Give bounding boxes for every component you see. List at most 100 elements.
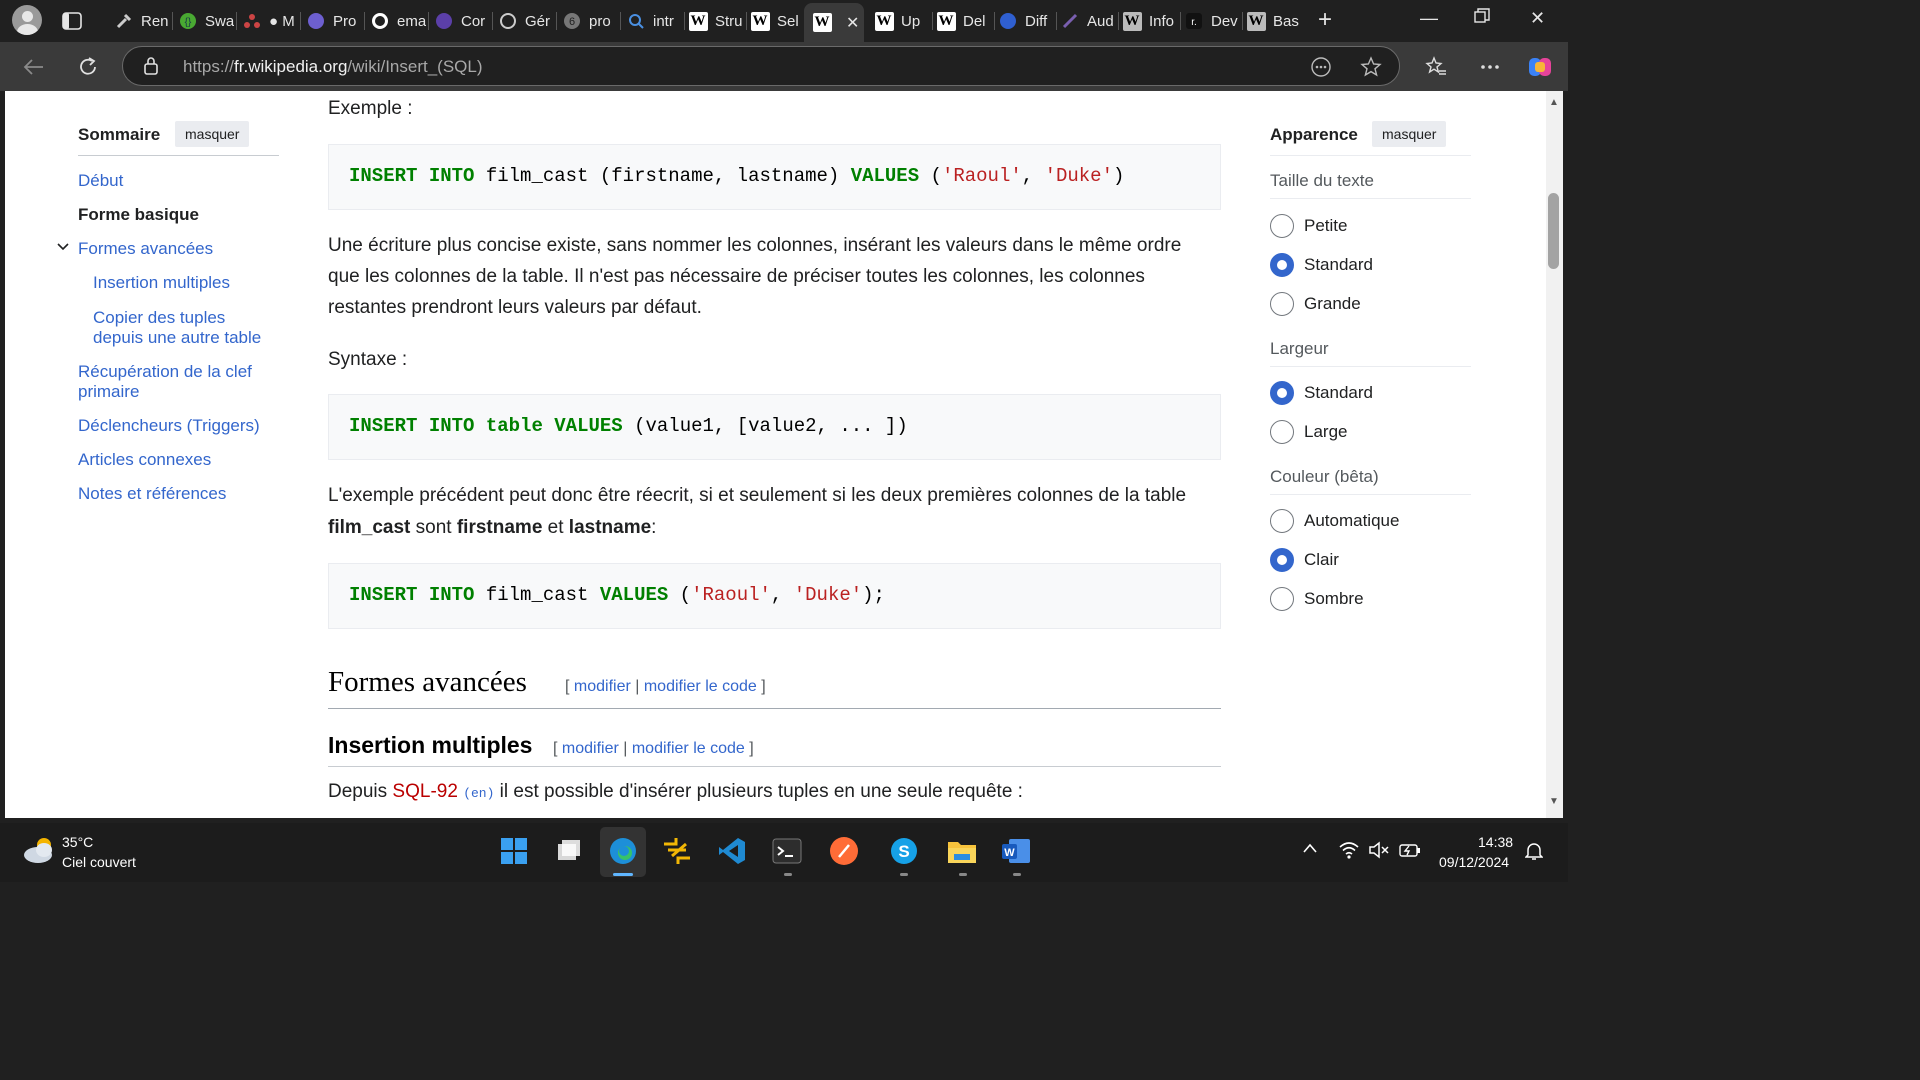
tab-ren[interactable]: Ren [114,6,170,36]
toc-item-forme-basique[interactable]: Forme basique [78,205,199,225]
weather-description[interactable]: Ciel couvert [62,854,136,870]
db-tool-icon[interactable] [661,835,693,867]
toc-item-debut[interactable]: Début [78,171,123,191]
tab-pro2[interactable]: 6 pro [562,6,618,36]
url-text[interactable]: https://fr.wikipedia.org/wiki/Insert_(SQ… [183,57,483,77]
radio-color-automatique[interactable] [1270,509,1294,533]
more-tools-icon[interactable] [1310,56,1332,83]
edit-source-link[interactable]: modifier le code [632,740,745,757]
radio-label-sombre[interactable]: Sombre [1304,589,1364,609]
edit-link[interactable]: modifier [562,740,619,757]
scrollbar-thumb[interactable] [1548,193,1559,269]
toc-item-notes-references[interactable]: Notes et références [78,484,226,504]
cloud-weather-icon[interactable] [22,835,56,865]
radio-label-clair[interactable]: Clair [1304,550,1339,570]
toc-item-formes-avancees[interactable]: Formes avancées [78,239,213,259]
toc-item-articles-connexes[interactable]: Articles connexes [78,450,211,470]
copilot-icon[interactable] [1527,54,1553,80]
close-tab-icon[interactable]: ✕ [846,13,859,33]
lang-en-link[interactable]: (en) [463,786,494,801]
tab-m[interactable]: ● M [242,6,298,36]
tab-aud[interactable]: Aud [1060,6,1116,36]
clock-time[interactable]: 14:38 [1478,834,1513,850]
notification-bell-icon[interactable] [1524,841,1544,866]
refresh-icon[interactable] [75,54,101,80]
favorites-icon[interactable] [1423,54,1449,80]
vscode-icon[interactable] [716,835,748,867]
toc-item-declencheurs[interactable]: Déclencheurs (Triggers) [78,416,260,436]
feather-icon [1060,11,1080,31]
radio-label-petite[interactable]: Petite [1304,216,1347,236]
tab-bas[interactable]: W Bas [1246,6,1302,36]
edge-browser-icon[interactable] [607,835,639,867]
radio-color-sombre[interactable] [1270,587,1294,611]
toc-item-copier-tuples[interactable]: Copier des tuples [93,308,225,328]
volume-muted-icon[interactable] [1368,841,1390,864]
edit-link[interactable]: modifier [574,678,631,695]
appearance-hide-button[interactable]: masquer [1372,121,1447,147]
back-icon[interactable] [21,54,47,80]
tab-ema[interactable]: ema [370,6,426,36]
address-bar[interactable]: https://fr.wikipedia.org/wiki/Insert_(SQ… [122,46,1400,86]
restore-icon[interactable] [1474,8,1490,29]
code-keyword: INTO [428,415,475,437]
close-window-icon[interactable]: ✕ [1530,8,1545,29]
skype-icon[interactable]: S [888,835,920,867]
edit-source-link[interactable]: modifier le code [644,678,757,695]
minimize-icon[interactable]: — [1420,8,1438,29]
toc-item-insertion-multiples[interactable]: Insertion multiples [93,273,230,293]
tab-intr[interactable]: intr [626,6,682,36]
radio-text-size-standard[interactable] [1270,253,1294,277]
postman-icon[interactable] [828,835,860,867]
terminal-icon[interactable] [771,835,803,867]
radio-label-width-large[interactable]: Large [1304,422,1347,442]
wifi-icon[interactable] [1338,841,1360,864]
tab-up[interactable]: W Up [874,6,930,36]
radio-width-large[interactable] [1270,420,1294,444]
clock-date[interactable]: 09/12/2024 [1439,854,1509,870]
settings-menu-icon[interactable] [1477,54,1503,80]
code-string: 'Raoul' [941,165,1022,187]
radio-label-standard[interactable]: Standard [1304,255,1373,275]
tab-del[interactable]: W Del [936,6,992,36]
start-windows-icon[interactable] [498,835,530,867]
lock-icon[interactable] [143,56,159,81]
radio-label-automatique[interactable]: Automatique [1304,511,1399,531]
weather-temperature[interactable]: 35°C [62,834,93,850]
tab-diff[interactable]: Diff [998,6,1054,36]
page-scrollbar[interactable]: ▲ ▼ [1546,91,1563,818]
tab-active-insert-sql[interactable]: W ✕ [804,3,864,42]
toc-hide-button[interactable]: masquer [175,121,250,147]
radio-text-size-petite[interactable] [1270,214,1294,238]
radio-label-grande[interactable]: Grande [1304,294,1361,314]
word-icon[interactable]: W [1000,835,1032,867]
tab-info[interactable]: W Info [1122,6,1178,36]
scroll-down-icon[interactable]: ▼ [1549,796,1559,807]
tab-ger[interactable]: Gér [498,6,554,36]
tab-sel[interactable]: W Sel [750,6,802,36]
scroll-up-icon[interactable]: ▲ [1549,97,1559,108]
battery-charging-icon[interactable] [1398,841,1422,864]
radio-width-standard[interactable] [1270,381,1294,405]
tab-swa[interactable]: {} Swa [178,6,234,36]
tab-stru[interactable]: W Stru [688,6,744,36]
chevron-down-icon[interactable] [56,240,70,254]
profile-avatar[interactable] [12,5,42,35]
radio-text-size-grande[interactable] [1270,292,1294,316]
github-icon [370,11,390,31]
new-tab-button[interactable]: + [1318,8,1332,32]
tab-actions-icon[interactable] [60,10,84,32]
file-explorer-icon[interactable] [946,835,978,867]
radio-label-width-standard[interactable]: Standard [1304,383,1373,403]
tab-dev[interactable]: r. Dev [1184,6,1240,36]
toc-item-recuperation-clef[interactable]: Récupération de la clef [78,362,252,382]
chevron-up-icon[interactable] [1302,841,1318,859]
favorite-star-icon[interactable] [1360,56,1382,83]
tab-pro[interactable]: Pro [306,6,362,36]
radio-color-clair[interactable] [1270,548,1294,572]
toc-item-copier-tuples-2[interactable]: depuis une autre table [93,328,261,348]
toc-item-recuperation-clef-2[interactable]: primaire [78,382,139,402]
sql92-link[interactable]: SQL-92 [392,781,457,802]
task-view-icon[interactable] [553,835,585,867]
tab-cor[interactable]: Cor [434,6,490,36]
